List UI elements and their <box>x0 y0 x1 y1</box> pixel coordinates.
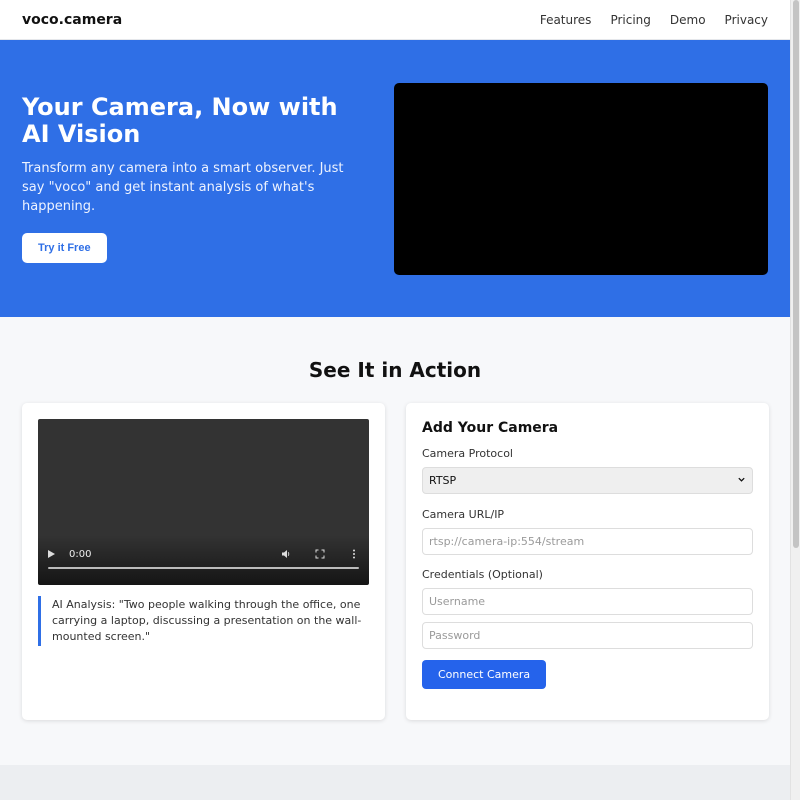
video-time: 0:00 <box>69 548 92 560</box>
hero-title: Your Camera, Now with AI Vision <box>22 93 338 148</box>
hero-content: Your Camera, Now with AI Vision Transfor… <box>22 94 367 263</box>
page: voco.camera Features Pricing Demo Privac… <box>0 0 790 800</box>
play-icon[interactable] <box>48 550 55 558</box>
demo-video-card: 0:00 AI Analysis: "Two people walking th… <box>22 403 385 720</box>
ai-analysis-text: AI Analysis: "Two people walking through… <box>38 596 369 646</box>
connect-camera-button[interactable]: Connect Camera <box>422 660 547 689</box>
nav-link-features[interactable]: Features <box>540 13 592 27</box>
page-scrollbar[interactable] <box>790 0 800 800</box>
camera-protocol-label: Camera Protocol <box>422 447 513 460</box>
main-nav: Features Pricing Demo Privacy <box>540 13 768 27</box>
camera-url-label: Camera URL/IP <box>422 508 505 521</box>
brand-logo[interactable]: voco.camera <box>22 12 122 28</box>
password-input[interactable] <box>422 622 753 649</box>
camera-protocol-value: RTSP <box>429 474 457 487</box>
more-vertical-icon[interactable] <box>349 549 359 559</box>
form-title: Add Your Camera <box>422 420 559 436</box>
nav-link-demo[interactable]: Demo <box>670 13 706 27</box>
video-progress-bar[interactable] <box>48 567 359 569</box>
demo-cards: 0:00 AI Analysis: "Two people walking th… <box>0 403 790 720</box>
nav-link-pricing[interactable]: Pricing <box>610 13 650 27</box>
hero-video-player[interactable] <box>394 82 768 275</box>
nav-link-privacy[interactable]: Privacy <box>725 13 768 27</box>
video-controls: 0:00 <box>38 541 369 585</box>
demo-video-player[interactable]: 0:00 <box>38 419 369 585</box>
volume-icon[interactable] <box>281 549 291 559</box>
credentials-label: Credentials (Optional) <box>422 568 543 581</box>
add-camera-card: Add Your Camera Camera Protocol RTSP Cam… <box>406 403 769 720</box>
hero-subtitle: Transform any camera into a smart observ… <box>22 161 344 214</box>
demo-section: See It in Action 0:00 AI Analysis: "Two … <box>0 317 790 720</box>
try-it-free-button[interactable]: Try it Free <box>22 233 107 263</box>
section-title: See It in Action <box>308 358 482 382</box>
fullscreen-icon[interactable] <box>315 549 325 559</box>
chevron-down-icon <box>737 475 746 487</box>
scrollbar-thumb[interactable] <box>793 0 799 548</box>
hero-section: Your Camera, Now with AI Vision Transfor… <box>0 40 790 317</box>
camera-protocol-select[interactable]: RTSP <box>422 467 753 494</box>
camera-url-input[interactable] <box>422 528 753 555</box>
top-nav-bar: voco.camera Features Pricing Demo Privac… <box>0 0 790 40</box>
footer-band <box>0 765 790 800</box>
username-input[interactable] <box>422 588 753 615</box>
